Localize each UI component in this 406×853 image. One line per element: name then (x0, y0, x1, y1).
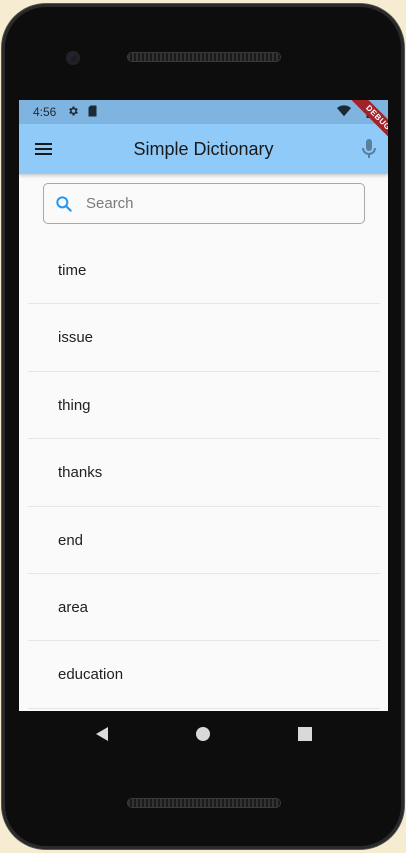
search-field[interactable] (43, 183, 365, 224)
list-item[interactable]: time (28, 237, 380, 305)
list-item[interactable]: thanks (28, 439, 380, 507)
list-item[interactable]: education (28, 641, 380, 709)
app-bar: Simple Dictionary (19, 124, 388, 174)
app-screen: 4:56 Simple Dictionary DEBUG Search time… (19, 100, 388, 711)
word-label: area (58, 598, 89, 616)
front-camera (66, 51, 80, 65)
phone-frame: 4:56 Simple Dictionary DEBUG Search time… (2, 4, 404, 849)
word-list: time issue thing thanks end area educati… (28, 237, 380, 709)
list-item[interactable]: issue (28, 304, 380, 372)
status-bar: 4:56 (19, 100, 388, 124)
list-item[interactable]: end (28, 507, 380, 574)
word-label: education (58, 666, 124, 684)
search-icon (56, 196, 72, 212)
word-label: thanks (58, 464, 103, 482)
word-label: issue (58, 329, 94, 347)
bottom-speaker (128, 799, 280, 807)
voice-search-button[interactable] (355, 135, 383, 163)
menu-icon (35, 143, 52, 155)
earpiece-speaker (128, 53, 280, 61)
search-input[interactable] (86, 184, 356, 223)
sd-card-icon (87, 105, 98, 121)
status-time: 4:56 (33, 105, 57, 119)
word-label: time (58, 262, 87, 279)
battery-icon (366, 105, 374, 122)
mic-icon (362, 139, 376, 158)
list-item[interactable]: area (28, 574, 380, 642)
wifi-icon (337, 105, 351, 121)
nav-home-button[interactable] (191, 722, 215, 746)
word-label: thing (58, 396, 91, 414)
app-title: Simple Dictionary (133, 139, 274, 159)
menu-button[interactable] (29, 135, 57, 163)
nav-recents-button[interactable] (293, 722, 317, 746)
nav-back-button[interactable] (90, 722, 114, 746)
back-triangle-icon (96, 727, 108, 741)
list-item[interactable]: thing (28, 372, 380, 440)
recents-square-icon (298, 727, 312, 741)
home-circle-icon (196, 727, 210, 741)
settings-gear-icon (67, 105, 79, 121)
word-label: end (58, 531, 84, 549)
